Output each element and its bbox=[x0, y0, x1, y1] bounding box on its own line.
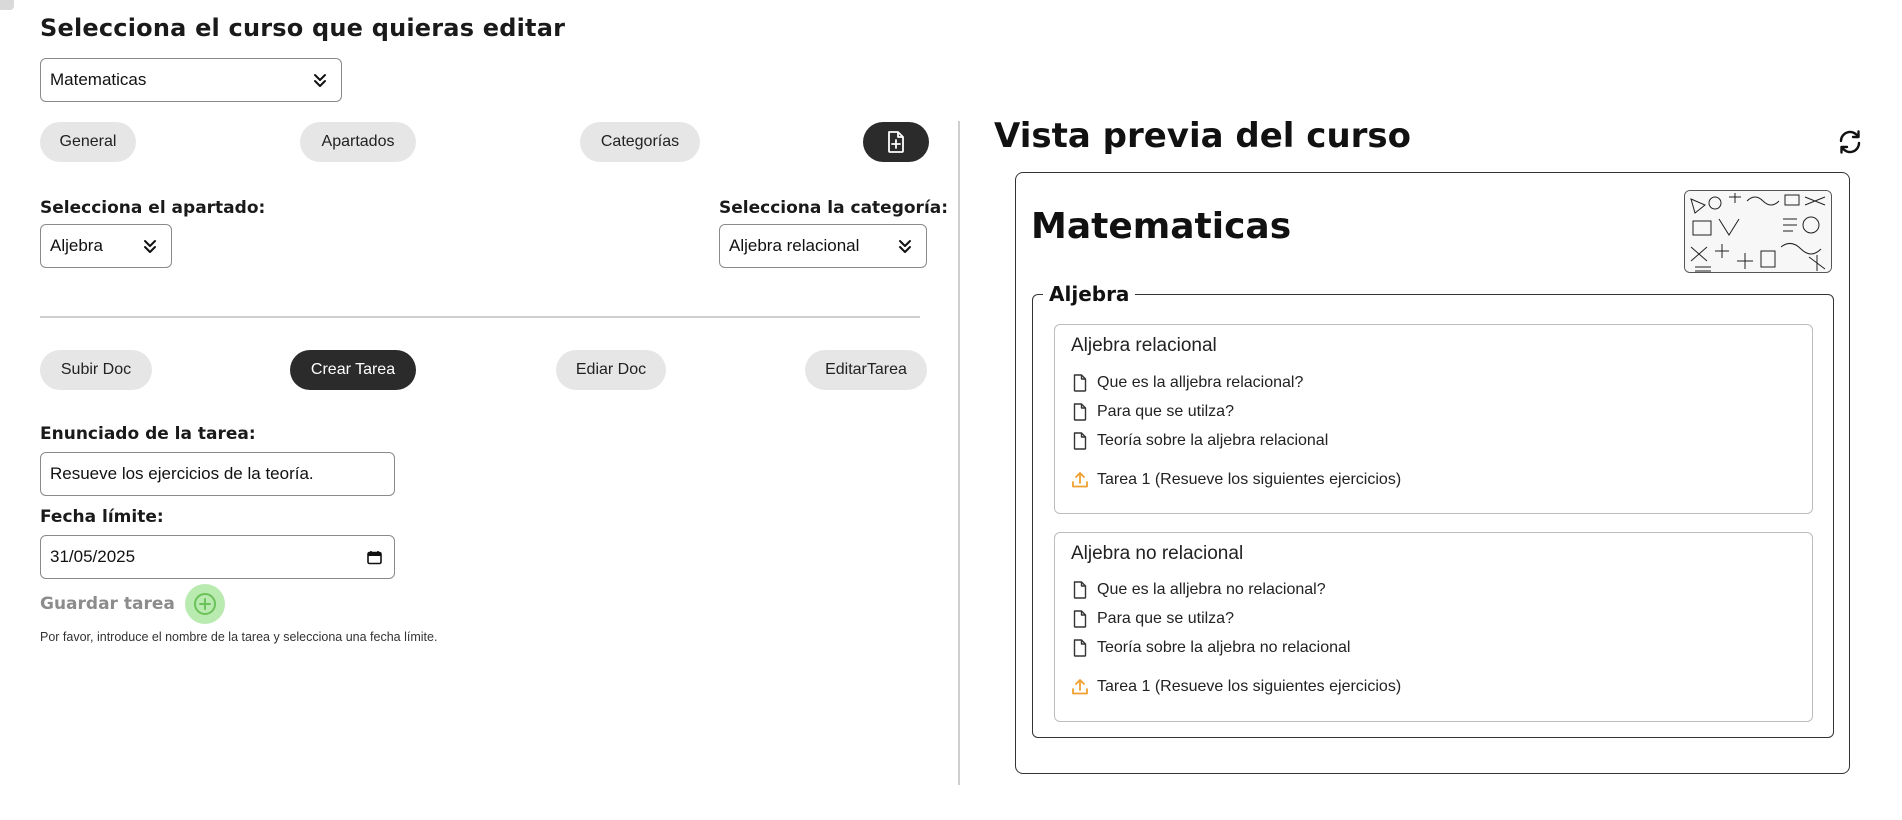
vertical-divider bbox=[958, 121, 960, 785]
section-select-value: Aljebra bbox=[50, 236, 103, 255]
validation-hint: Por favor, introduce el nombre de la tar… bbox=[40, 630, 438, 644]
tab-general[interactable]: General bbox=[40, 122, 136, 162]
section-select[interactable]: Aljebra bbox=[40, 224, 172, 268]
file-icon bbox=[1073, 403, 1087, 421]
tab-apartados[interactable]: Apartados bbox=[300, 122, 416, 162]
create-task-label: Crear Tarea bbox=[310, 361, 396, 378]
doc-item[interactable]: Teoría sobre la aljebra relacional bbox=[1071, 431, 1328, 451]
doc-item[interactable]: Para que se utilza? bbox=[1071, 402, 1234, 422]
edit-doc-button[interactable]: Ediar Doc bbox=[556, 350, 666, 390]
corner-tab bbox=[0, 0, 14, 10]
deadline-label: Fecha límite: bbox=[40, 507, 164, 527]
course-select-value: Matematicas bbox=[50, 70, 147, 89]
deadline-input[interactable]: 31/05/2025 bbox=[40, 535, 395, 579]
course-select[interactable]: Matematicas bbox=[40, 58, 342, 102]
category-card: Aljebra no relacional Que es la alljebra… bbox=[1054, 532, 1813, 722]
file-icon bbox=[1073, 432, 1087, 450]
doc-item-label: Para que se utilza? bbox=[1097, 403, 1234, 420]
doc-item-label: Para que se utilza? bbox=[1097, 610, 1234, 627]
section-legend: Aljebra bbox=[1043, 282, 1136, 306]
upload-doc-button[interactable]: Subir Doc bbox=[40, 350, 152, 390]
tab-categorias[interactable]: Categorías bbox=[580, 122, 700, 162]
category-title: Aljebra no relacional bbox=[1071, 543, 1244, 564]
task-item-label: Tarea 1 (Resueve los siguientes ejercici… bbox=[1097, 678, 1402, 695]
doc-item[interactable]: Que es la alljebra no relacional? bbox=[1071, 580, 1326, 600]
task-item-label: Tarea 1 (Resueve los siguientes ejercici… bbox=[1097, 471, 1402, 488]
new-doc-button[interactable] bbox=[863, 122, 929, 162]
file-plus-icon bbox=[888, 131, 904, 153]
preview-title: Vista previa del curso bbox=[994, 116, 1412, 156]
course-image bbox=[1684, 190, 1832, 273]
file-icon bbox=[1073, 610, 1087, 628]
chevron-double-down-icon bbox=[314, 74, 326, 87]
task-item[interactable]: Tarea 1 (Resueve los siguientes ejercici… bbox=[1071, 470, 1401, 490]
doc-item[interactable]: Teoría sobre la aljebra no relacional bbox=[1071, 638, 1350, 658]
refresh-icon[interactable] bbox=[1836, 128, 1864, 156]
save-task-button[interactable] bbox=[184, 584, 225, 624]
chevron-double-down-icon bbox=[899, 240, 911, 253]
tab-apartados-label: Apartados bbox=[321, 133, 395, 150]
save-task-row: Guardar tarea bbox=[40, 584, 225, 624]
category-select[interactable]: Aljebra relacional bbox=[719, 224, 927, 268]
task-statement-input[interactable]: Resueve los ejercicios de la teoría. bbox=[40, 452, 395, 496]
section-label: Selecciona el apartado: bbox=[40, 198, 266, 218]
edit-doc-label: Ediar Doc bbox=[575, 361, 647, 378]
category-card: Aljebra relacional Que es la alljebra re… bbox=[1054, 324, 1813, 514]
doc-item-label: Que es la alljebra no relacional? bbox=[1097, 581, 1326, 598]
upload-doc-label: Subir Doc bbox=[60, 361, 132, 378]
edit-task-label: EditarTarea bbox=[825, 361, 907, 378]
upload-icon bbox=[1072, 472, 1088, 488]
doc-item-label: Teoría sobre la aljebra no relacional bbox=[1097, 639, 1351, 656]
doc-item-label: Teoría sobre la aljebra relacional bbox=[1097, 432, 1329, 449]
chevron-double-down-icon bbox=[144, 240, 156, 253]
file-icon bbox=[1073, 639, 1087, 657]
course-name: Matematicas bbox=[1031, 206, 1292, 247]
deadline-value: 31/05/2025 bbox=[50, 547, 136, 566]
tab-categorias-label: Categorías bbox=[600, 133, 680, 150]
calendar-icon[interactable] bbox=[367, 550, 382, 565]
task-statement-value: Resueve los ejercicios de la teoría. bbox=[50, 464, 314, 483]
task-item[interactable]: Tarea 1 (Resueve los siguientes ejercici… bbox=[1071, 677, 1401, 697]
save-task-label: Guardar tarea bbox=[40, 594, 175, 614]
file-icon bbox=[1073, 374, 1087, 392]
category-title: Aljebra relacional bbox=[1071, 335, 1217, 356]
math-doodle-image bbox=[1685, 191, 1831, 272]
page-title: Selecciona el curso que quieras editar bbox=[40, 14, 566, 42]
upload-icon bbox=[1072, 679, 1088, 695]
doc-item[interactable]: Para que se utilza? bbox=[1071, 609, 1234, 629]
divider bbox=[40, 316, 920, 318]
doc-item-label: Que es la alljebra relacional? bbox=[1097, 374, 1304, 391]
edit-task-button[interactable]: EditarTarea bbox=[805, 350, 927, 390]
plus-circle-icon bbox=[193, 593, 216, 615]
doc-item[interactable]: Que es la alljebra relacional? bbox=[1071, 373, 1303, 393]
category-label: Selecciona la categoría: bbox=[719, 198, 949, 218]
file-icon bbox=[1073, 581, 1087, 599]
statement-label: Enunciado de la tarea: bbox=[40, 424, 256, 444]
category-select-value: Aljebra relacional bbox=[729, 236, 860, 255]
create-task-button[interactable]: Crear Tarea bbox=[290, 350, 416, 390]
tab-general-label: General bbox=[59, 133, 117, 150]
